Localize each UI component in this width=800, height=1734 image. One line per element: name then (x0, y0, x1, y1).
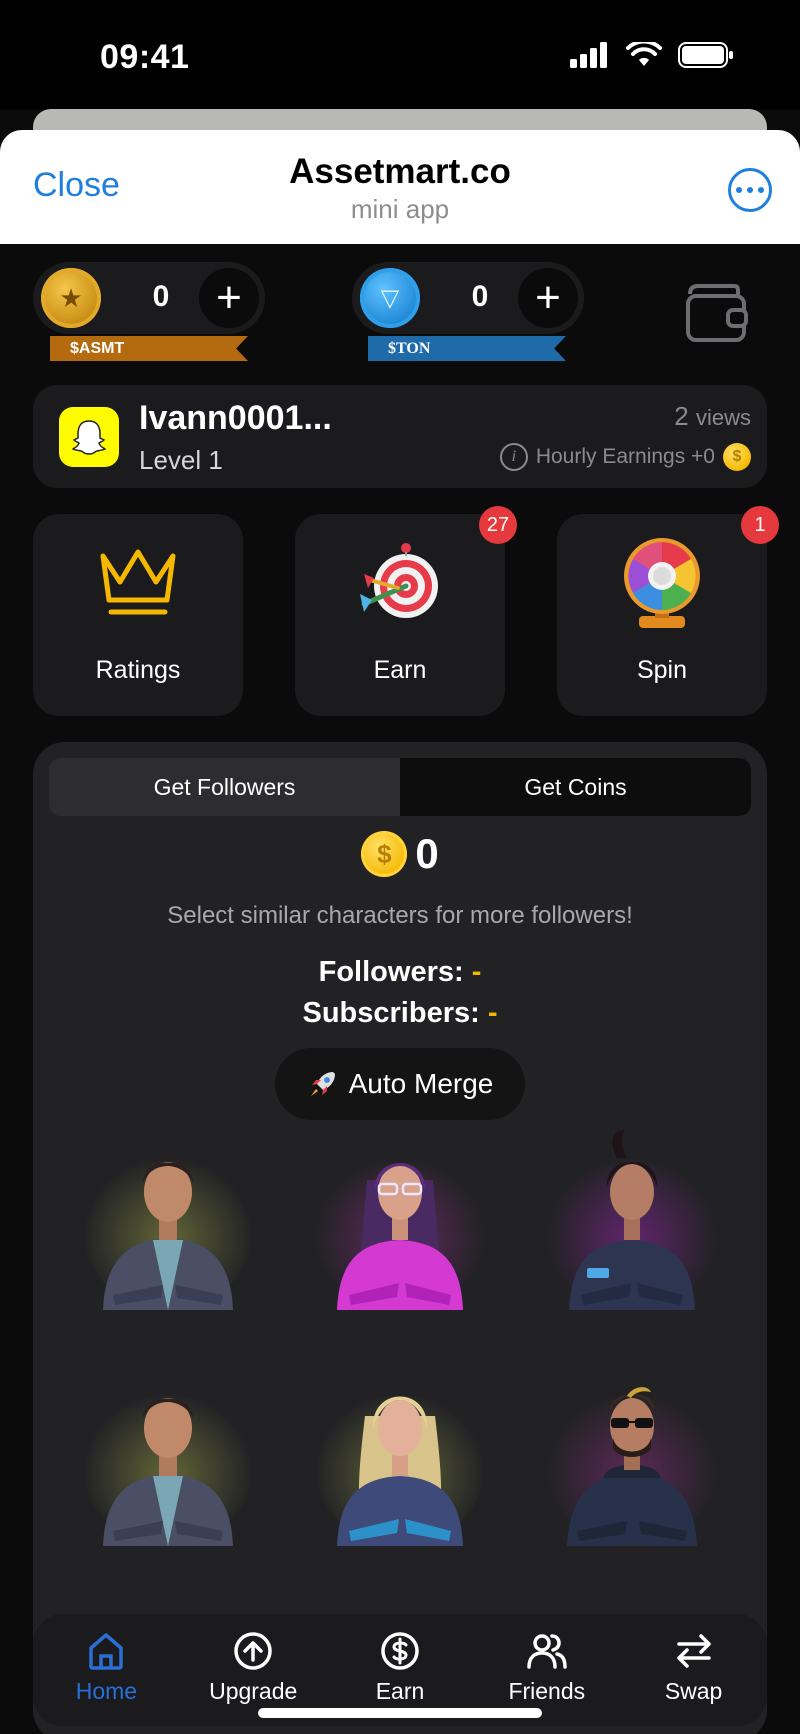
user-level: Level 1 (139, 445, 223, 475)
asmt-balance-value: 0 (152, 280, 170, 313)
users-icon (527, 1634, 567, 1669)
profile-card[interactable]: Ivann0001... Level 1 2 views i Hourly Ea… (33, 385, 767, 488)
app-title: Assetmart.co (289, 152, 511, 191)
character-man-jacket (83, 1386, 253, 1546)
character-woman-ponytail (547, 1129, 717, 1310)
info-icon: i (499, 443, 528, 471)
miniapp-header: Close Assetmart.co mini app (0, 130, 800, 244)
score-value: 0 (415, 830, 439, 877)
crown-icon (100, 549, 176, 615)
character-card[interactable] (83, 1120, 253, 1310)
status-bar: 09:41 (0, 0, 800, 110)
ton-coin-icon: ▽ (360, 268, 420, 328)
spin-tile[interactable]: Spin 1 (557, 506, 779, 716)
nav-swap-label: Swap (664, 1678, 723, 1704)
prize-wheel-icon (624, 538, 700, 628)
status-icons (570, 42, 734, 68)
wallet-icon[interactable] (682, 276, 752, 346)
spin-tile-label: Spin (636, 656, 688, 684)
score-display: $ 0 (33, 830, 767, 878)
earn-tile-label: Earn (373, 656, 427, 684)
hourly-earnings[interactable]: i Hourly Earnings +0 $ (499, 443, 751, 471)
character-man-jacket (83, 1150, 253, 1310)
followers-value: - (471, 956, 482, 988)
followers-stat: Followers: - (33, 956, 767, 989)
nav-swap[interactable]: Swap (620, 1614, 767, 1726)
add-ton-button[interactable]: + (518, 268, 578, 328)
swap-arrows-icon (676, 1634, 711, 1668)
app-subtitle: mini app (350, 194, 450, 224)
tab-get-coins[interactable]: Get Coins (400, 758, 751, 816)
character-card[interactable] (315, 1120, 485, 1310)
views-label: views (695, 405, 751, 430)
target-dart-icon (360, 543, 438, 618)
auto-merge-button[interactable]: Auto Merge (275, 1048, 525, 1120)
subscribers-stat: Subscribers: - (33, 997, 767, 1030)
ton-balance-value: 0 (471, 280, 489, 313)
more-options-icon[interactable] (728, 168, 772, 212)
ratings-tile-label: Ratings (95, 656, 181, 684)
game-hint: Select similar characters for more follo… (167, 902, 633, 929)
nav-earn-label: Earn (375, 1678, 425, 1704)
followers-label: Followers: (318, 956, 464, 988)
status-time: 09:41 (100, 38, 190, 76)
dollar-circle-icon (381, 1632, 419, 1670)
auto-merge-label: Auto Merge (348, 1068, 494, 1099)
cellular-signal-icon (570, 42, 607, 68)
asmt-coin-icon: ★ (41, 268, 101, 328)
merge-game-panel: Get Followers Get Coins $ 0 Select simil… (33, 742, 767, 1734)
earn-tile[interactable]: Earn 27 (295, 506, 517, 716)
character-man-sunglasses (547, 1386, 717, 1546)
ton-balance-pill: ▽ 0 + (352, 262, 584, 334)
character-card[interactable] (547, 1120, 717, 1310)
spin-badge: 1 (741, 506, 779, 544)
game-tabs: Get Followers Get Coins (49, 758, 751, 816)
nav-upgrade-label: Upgrade (209, 1678, 298, 1704)
home-indicator (258, 1708, 542, 1718)
avatar (59, 407, 119, 467)
wifi-icon (626, 42, 662, 66)
subscribers-label: Subscribers: (302, 997, 480, 1029)
arrow-up-circle-icon (234, 1632, 272, 1670)
coin-icon: $ (723, 443, 751, 471)
ghost-icon (71, 420, 107, 455)
character-card[interactable] (547, 1356, 717, 1546)
asmt-balance-pill: ★ 0 + (33, 262, 265, 334)
character-woman-blonde (315, 1386, 485, 1546)
nav-home[interactable]: Home (33, 1614, 180, 1726)
add-asmt-button[interactable]: + (199, 268, 259, 328)
subscribers-value: - (487, 997, 498, 1029)
nav-friends-label: Friends (508, 1678, 586, 1704)
coin-icon: $ (361, 831, 408, 877)
app-content: ★ 0 + $ASMT ▽ 0 + $TON Ivann0001... Leve… (0, 244, 800, 1734)
character-card[interactable] (315, 1356, 485, 1546)
username: Ivann0001... (139, 399, 332, 437)
tab-get-followers[interactable]: Get Followers (49, 758, 400, 816)
character-woman-pink (315, 1150, 485, 1310)
character-card[interactable] (83, 1356, 253, 1546)
earn-badge: 27 (479, 506, 517, 544)
hourly-earnings-label: Hourly Earnings +0 (535, 445, 715, 468)
rocket-icon (310, 1072, 335, 1096)
battery-icon (678, 42, 733, 68)
ton-ticker-ribbon: $TON (368, 336, 566, 361)
ratings-tile[interactable]: Ratings (33, 514, 243, 716)
views-count: 2 (674, 401, 689, 431)
views-counter: 2 views (674, 401, 751, 432)
nav-home-label: Home (75, 1678, 138, 1704)
home-icon (89, 1633, 124, 1670)
asmt-ticker-ribbon: $ASMT (50, 336, 248, 361)
